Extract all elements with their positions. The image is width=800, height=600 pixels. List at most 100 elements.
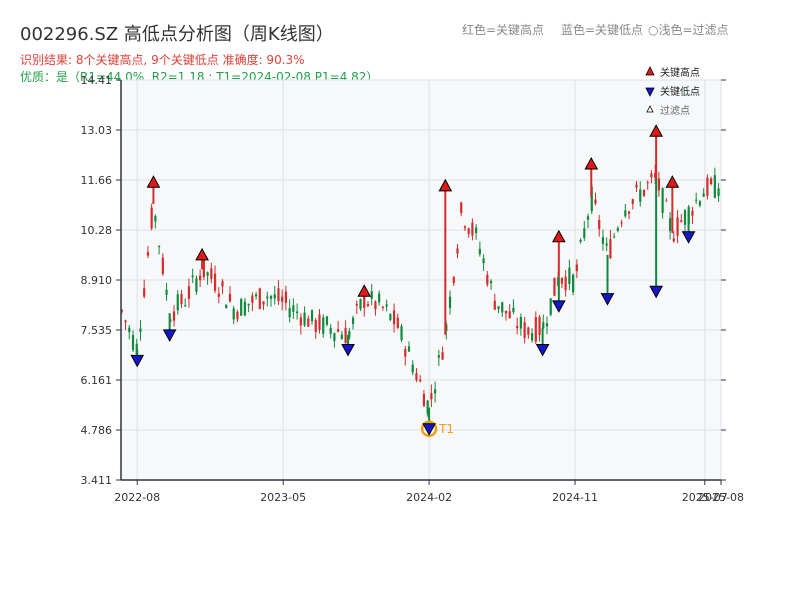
candle-body	[616, 228, 619, 232]
legend-label: 关键低点	[660, 85, 700, 98]
candle-body	[333, 333, 336, 341]
candle-body	[396, 317, 399, 329]
legend-label: 过滤点	[660, 104, 690, 117]
candle-body	[243, 301, 246, 316]
candle-body	[553, 277, 556, 296]
candle-body	[392, 310, 396, 325]
candle-body	[128, 327, 131, 333]
candle-body	[665, 200, 668, 202]
candle-body	[631, 199, 634, 204]
candle-body	[187, 286, 191, 299]
candle-body	[676, 217, 679, 236]
legend-label: 关键高点	[660, 66, 700, 79]
candle-body	[385, 304, 388, 307]
candle-body	[143, 288, 146, 297]
y-tick-label: 13.03	[81, 124, 113, 137]
candle-body	[422, 394, 426, 407]
y-tick-label: 14.41	[81, 74, 113, 87]
candle-body	[202, 259, 205, 278]
candle-body	[400, 326, 403, 340]
candle-body	[564, 276, 567, 291]
candle-body	[322, 317, 325, 334]
candle-body	[359, 299, 362, 310]
candle-body	[672, 238, 675, 242]
candle-body	[240, 299, 243, 316]
candle-body	[497, 306, 500, 310]
candle-body	[269, 296, 273, 299]
candle-body	[575, 264, 578, 272]
candle-body	[512, 307, 515, 313]
candle-body	[568, 267, 571, 285]
legend-high-icon	[645, 66, 655, 76]
candle-body	[579, 240, 582, 242]
t1-label: T1	[438, 422, 454, 436]
candle-body	[527, 327, 530, 335]
candle-body	[504, 310, 508, 314]
candle-body	[706, 177, 709, 196]
candle-body	[389, 314, 392, 320]
candle-body	[572, 274, 575, 293]
x-tick-label: 2024-02	[406, 491, 452, 504]
candle-body	[460, 202, 463, 214]
candle-body	[254, 294, 258, 297]
candle-body	[467, 228, 470, 234]
candle-body	[698, 201, 702, 206]
candle-body	[609, 239, 612, 259]
candle-body	[452, 277, 455, 284]
candle-body	[560, 278, 564, 284]
candle-body	[146, 252, 150, 256]
candle-body	[340, 334, 343, 340]
candle-body	[430, 393, 433, 400]
candle-body	[131, 335, 135, 350]
candle-body	[225, 304, 228, 309]
candle-body	[456, 248, 459, 254]
candle-body	[448, 296, 452, 309]
candle-body	[150, 207, 153, 229]
candle-body	[154, 215, 157, 222]
candle-body	[695, 199, 698, 201]
candle-body	[642, 189, 646, 196]
candle-body	[661, 188, 664, 213]
candle-body	[463, 226, 467, 229]
candle-body	[165, 289, 168, 295]
candle-body	[545, 323, 549, 327]
candle-body	[691, 210, 694, 216]
candle-body	[180, 293, 183, 305]
candle-body	[411, 364, 414, 373]
y-tick-label: 11.66	[81, 174, 113, 187]
candle-body	[310, 309, 314, 322]
candle-body	[273, 294, 276, 299]
candle-body	[266, 296, 269, 299]
candle-body	[594, 199, 597, 204]
candle-body	[325, 316, 329, 325]
candle-body	[158, 245, 161, 247]
candle-body	[586, 216, 590, 220]
candle-body	[296, 311, 299, 314]
candle-body	[292, 305, 295, 312]
candle-body	[482, 258, 485, 264]
candle-body	[217, 293, 220, 297]
candlestick-chart: T1 3.411 4.786 6.161 7.535 8.910 10.28 11.66 13…	[81, 66, 744, 504]
candle-body	[650, 173, 653, 178]
candle-body	[236, 311, 239, 320]
candle-body	[355, 303, 358, 306]
candle-body	[657, 178, 660, 191]
y-tick-label: 7.535	[81, 324, 113, 337]
x-tick-label: 2024-11	[552, 491, 598, 504]
candle-body	[374, 301, 377, 310]
candle-body	[530, 333, 534, 341]
candle-body	[534, 317, 537, 342]
candle-body	[303, 312, 306, 326]
candle-body	[639, 189, 642, 202]
candle-body	[613, 236, 616, 238]
x-tick-label: 2022-08	[114, 491, 160, 504]
candle-body	[318, 314, 321, 330]
candle-body	[583, 228, 586, 238]
candle-body	[486, 274, 489, 285]
candle-body	[437, 355, 440, 358]
y-tick-label: 10.28	[81, 224, 113, 237]
candle-body	[549, 298, 552, 315]
candle-body	[139, 328, 142, 332]
candle-body	[523, 322, 526, 339]
candle-body	[258, 288, 261, 309]
